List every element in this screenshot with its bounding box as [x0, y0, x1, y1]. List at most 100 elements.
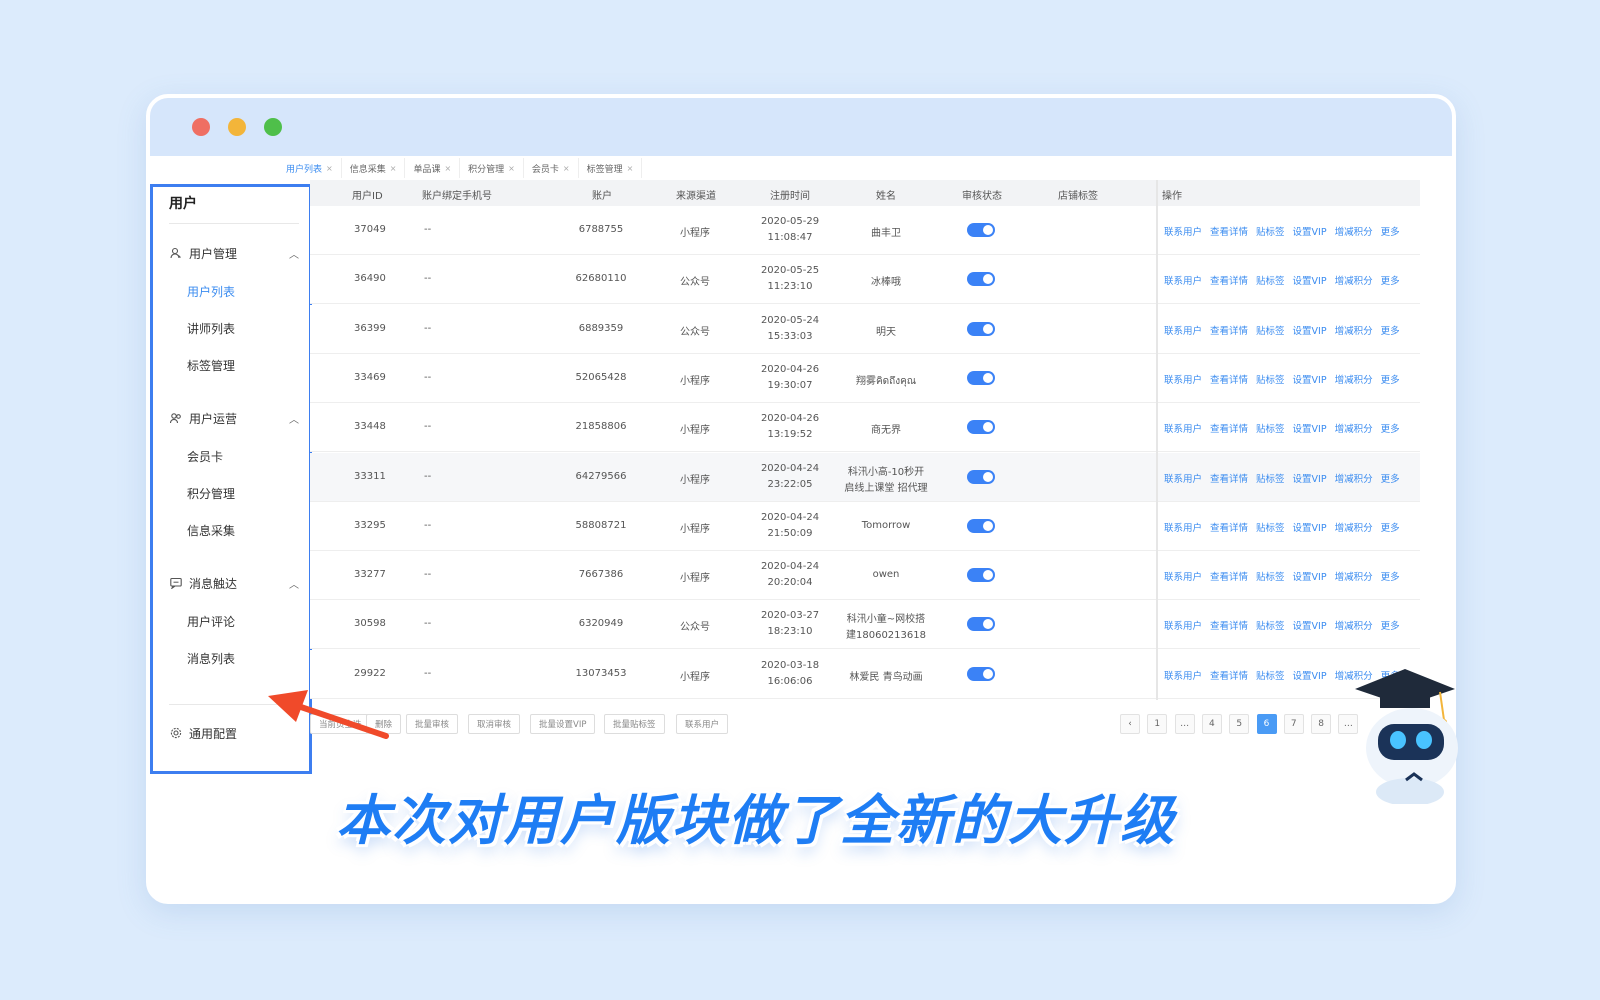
action-link[interactable]: 联系用户: [1164, 668, 1202, 682]
action-link[interactable]: 设置VIP: [1293, 618, 1327, 632]
approval-toggle[interactable]: [967, 469, 995, 484]
action-link[interactable]: 更多: [1381, 273, 1400, 287]
sidebar-item-user-comments[interactable]: 用户评论: [187, 613, 235, 630]
action-link[interactable]: 设置VIP: [1293, 471, 1327, 485]
action-link[interactable]: 联系用户: [1164, 273, 1202, 287]
bulk-action-button[interactable]: 取消审核: [468, 714, 521, 734]
table-row[interactable]: 30598 -- 6320949 公众号 2020-03-27 18:23:10 科汛小童~…: [310, 600, 1420, 650]
approval-toggle[interactable]: [967, 617, 995, 632]
action-link[interactable]: 查看详情: [1210, 372, 1248, 386]
action-link[interactable]: 设置VIP: [1293, 569, 1327, 583]
action-link[interactable]: 更多: [1381, 618, 1400, 632]
action-link[interactable]: 联系用户: [1164, 471, 1202, 485]
sidebar-item-member-card[interactable]: 会员卡: [187, 448, 223, 465]
pagination-item[interactable]: …: [1174, 714, 1195, 734]
approval-toggle[interactable]: [967, 223, 995, 237]
sidebar-item-points-management[interactable]: 积分管理: [187, 485, 235, 502]
action-link[interactable]: 查看详情: [1210, 569, 1248, 583]
sidebar-group-message-reach[interactable]: 消息触达 ︿: [169, 573, 299, 593]
sidebar-item-user-list[interactable]: 用户列表: [187, 283, 235, 300]
table-row[interactable]: 29922 -- 13073453 小程序 2020-03-18 16:06:06 林爱民 …: [310, 649, 1420, 699]
action-link[interactable]: 查看详情: [1210, 520, 1248, 534]
tab-4[interactable]: 会员卡 ×: [524, 158, 579, 178]
action-link[interactable]: 查看详情: [1210, 618, 1248, 632]
close-window-button[interactable]: [192, 118, 210, 136]
action-link[interactable]: 查看详情: [1210, 323, 1248, 337]
pagination-item[interactable]: 5: [1229, 714, 1250, 734]
bulk-action-button[interactable]: 批量设置VIP: [530, 714, 596, 734]
approval-toggle[interactable]: [967, 518, 995, 533]
action-link[interactable]: 增减积分: [1335, 323, 1373, 337]
action-link[interactable]: 贴标签: [1256, 668, 1285, 682]
pagination-item[interactable]: 6: [1256, 714, 1277, 734]
close-tab-icon[interactable]: ×: [627, 164, 634, 173]
action-link[interactable]: 设置VIP: [1293, 323, 1327, 337]
close-tab-icon[interactable]: ×: [390, 164, 397, 173]
action-link[interactable]: 增减积分: [1335, 618, 1373, 632]
sidebar-group-user-operations[interactable]: 用户运营 ︿: [169, 408, 299, 428]
tab-1[interactable]: 信息采集 ×: [342, 158, 406, 178]
bulk-action-button[interactable]: 批量审核: [406, 714, 459, 734]
action-link[interactable]: 更多: [1381, 471, 1400, 485]
sidebar-item-tag-management[interactable]: 标签管理: [187, 357, 235, 374]
action-link[interactable]: 贴标签: [1256, 471, 1285, 485]
action-link[interactable]: 联系用户: [1164, 421, 1202, 435]
action-link[interactable]: 增减积分: [1335, 372, 1373, 386]
bulk-action-button[interactable]: 批量贴标签: [604, 714, 665, 734]
action-link[interactable]: 贴标签: [1256, 323, 1285, 337]
action-link[interactable]: 查看详情: [1210, 471, 1248, 485]
action-link[interactable]: 联系用户: [1164, 520, 1202, 534]
close-tab-icon[interactable]: ×: [444, 164, 451, 173]
action-link[interactable]: 设置VIP: [1293, 224, 1327, 238]
action-link[interactable]: 联系用户: [1164, 569, 1202, 583]
action-link[interactable]: 贴标签: [1256, 372, 1285, 386]
action-link[interactable]: 联系用户: [1164, 372, 1202, 386]
action-link[interactable]: 贴标签: [1256, 520, 1285, 534]
minimize-window-button[interactable]: [228, 118, 246, 136]
action-link[interactable]: 增减积分: [1335, 421, 1373, 435]
sidebar-item-message-list[interactable]: 消息列表: [187, 650, 235, 667]
action-link[interactable]: 更多: [1381, 569, 1400, 583]
table-row[interactable]: 36490 -- 62680110 公众号 2020-05-25 11:23:10 冰棒哦 联…: [310, 255, 1420, 305]
action-link[interactable]: 设置VIP: [1293, 520, 1327, 534]
action-link[interactable]: 增减积分: [1335, 273, 1373, 287]
tab-2[interactable]: 单品课 ×: [405, 158, 461, 178]
table-row[interactable]: 33448 -- 21858806 小程序 2020-04-26 13:19:52 商无界 联…: [310, 403, 1420, 453]
action-link[interactable]: 查看详情: [1210, 273, 1248, 287]
close-tab-icon[interactable]: ×: [563, 164, 570, 173]
approval-toggle[interactable]: [967, 272, 995, 287]
tab-0[interactable]: 用户列表 ×: [278, 158, 342, 178]
action-link[interactable]: 联系用户: [1164, 323, 1202, 337]
action-link[interactable]: 更多: [1381, 520, 1400, 534]
sidebar-group-user-management[interactable]: 用户管理 ︿: [169, 243, 299, 263]
action-link[interactable]: 增减积分: [1335, 224, 1373, 238]
action-link[interactable]: 查看详情: [1210, 224, 1248, 238]
action-link[interactable]: 增减积分: [1335, 569, 1373, 583]
sidebar-item-info-collection[interactable]: 信息采集: [187, 522, 235, 539]
action-link[interactable]: 联系用户: [1164, 618, 1202, 632]
maximize-window-button[interactable]: [264, 118, 282, 136]
approval-toggle[interactable]: [967, 321, 995, 336]
table-row[interactable]: 33277 -- 7667386 小程序 2020-04-24 20:20:04 owen 联…: [310, 551, 1420, 601]
sidebar-item-lecturer-list[interactable]: 讲师列表: [187, 320, 235, 337]
action-link[interactable]: 贴标签: [1256, 618, 1285, 632]
action-link[interactable]: 设置VIP: [1293, 421, 1327, 435]
action-link[interactable]: 增减积分: [1335, 520, 1373, 534]
action-link[interactable]: 更多: [1381, 421, 1400, 435]
action-link[interactable]: 查看详情: [1210, 668, 1248, 682]
action-link[interactable]: 更多: [1381, 372, 1400, 386]
pagination-item[interactable]: 4: [1201, 714, 1222, 734]
action-link[interactable]: 更多: [1381, 224, 1400, 238]
pagination-item[interactable]: 8: [1311, 714, 1332, 734]
table-row[interactable]: 36399 -- 6889359 公众号 2020-05-24 15:33:03 明天 联系用…: [310, 304, 1420, 354]
action-link[interactable]: 设置VIP: [1293, 273, 1327, 287]
action-link[interactable]: 贴标签: [1256, 224, 1285, 238]
pagination-item[interactable]: ‹: [1120, 714, 1140, 734]
action-link[interactable]: 更多: [1381, 323, 1400, 337]
pagination-item[interactable]: 1: [1147, 714, 1168, 734]
close-tab-icon[interactable]: ×: [326, 164, 333, 173]
approval-toggle[interactable]: [967, 568, 995, 583]
table-row[interactable]: 33469 -- 52065428 小程序 2020-04-26 19:30:07 翔雾คิ…: [310, 353, 1420, 403]
action-link[interactable]: 设置VIP: [1293, 668, 1327, 682]
action-link[interactable]: 增减积分: [1335, 471, 1373, 485]
